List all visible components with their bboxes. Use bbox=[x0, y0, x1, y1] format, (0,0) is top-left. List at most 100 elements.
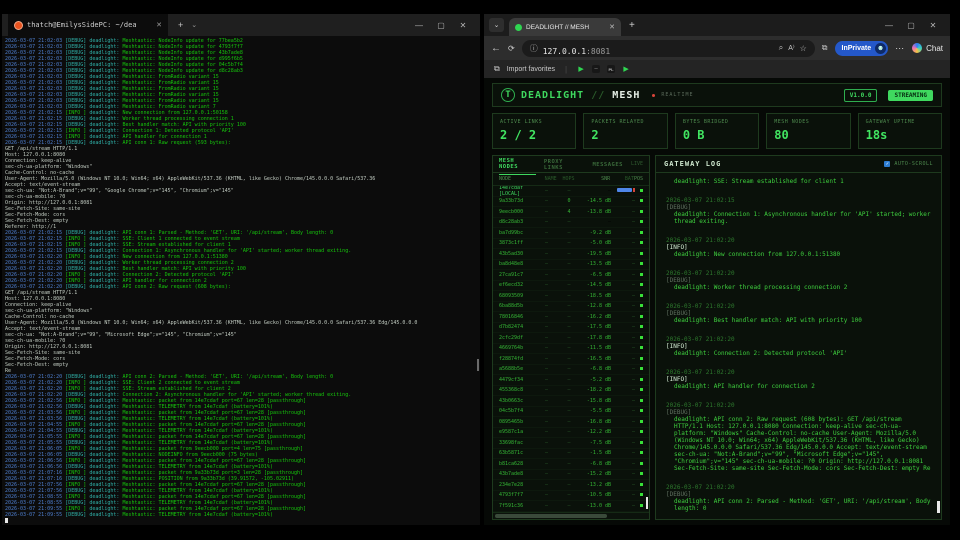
auto-scroll-checkbox[interactable]: ✓ bbox=[884, 161, 890, 167]
table-row[interactable]: ba8d48e8——-13.5 dB— bbox=[493, 260, 649, 271]
favorite-star-icon[interactable]: ☆ bbox=[800, 44, 807, 53]
table-row[interactable]: 4479cf34——-5.2 dB— bbox=[493, 375, 649, 386]
stat-value: 2 bbox=[591, 128, 659, 142]
position-dot-icon bbox=[640, 252, 643, 255]
table-row[interactable]: ba7d99bc——-9.2 dB— bbox=[493, 228, 649, 239]
browser-new-tab-button[interactable]: + bbox=[629, 20, 635, 31]
table-row[interactable]: 63b5871c——-1.5 dB— bbox=[493, 449, 649, 460]
table-row[interactable]: 68093509——-18.5 dB— bbox=[493, 291, 649, 302]
table-row[interactable]: 6ba88d5b——-12.8 dB— bbox=[493, 302, 649, 313]
table-row[interactable]: 234e7e28——-13.2 dB— bbox=[493, 480, 649, 491]
table-row[interactable]: d8c28ab3———— bbox=[493, 218, 649, 229]
tab-messages[interactable]: MESSAGES bbox=[592, 157, 623, 172]
import-favorites-label[interactable]: Import favorites bbox=[507, 66, 555, 73]
bookmark-favicon-3[interactable]: PL bbox=[607, 65, 615, 73]
stat-label: BYTES BRIDGED bbox=[683, 119, 751, 125]
main-content: MESH NODES PROXY LINKS MESSAGES LIVE NOD… bbox=[492, 155, 942, 520]
node-table-hscrollbar[interactable] bbox=[493, 512, 649, 519]
table-row[interactable]: 2cfc29df——-17.8 dB— bbox=[493, 333, 649, 344]
node-table-vscrollbar-thumb[interactable] bbox=[646, 497, 648, 509]
bookmark-favicon-2[interactable]: – bbox=[592, 65, 600, 73]
read-aloud-icon[interactable]: A⁾ bbox=[788, 44, 794, 52]
table-row[interactable]: 4669764b——-11.5 dB— bbox=[493, 344, 649, 355]
hscrollbar-thumb[interactable] bbox=[495, 514, 607, 518]
table-row[interactable]: 78016846——-16.2 dB— bbox=[493, 312, 649, 323]
stat-value: 2 / 2 bbox=[500, 128, 568, 142]
terminal-minimize-button[interactable]: — bbox=[408, 21, 430, 30]
table-row[interactable]: 27ca91c7——-6.5 dB— bbox=[493, 270, 649, 281]
table-row[interactable]: 43b0663c——-15.8 dB— bbox=[493, 396, 649, 407]
node-table-body[interactable]: 14e7cdaf [LOCAL]———9a33b73d—0-14.5 dB—9e… bbox=[493, 186, 649, 512]
table-row[interactable]: 0895465b——-16.8 dB— bbox=[493, 417, 649, 428]
browser-toolbar: ← ⟳ ⓘ 127.0.0.1:8081 ⌕ A⁾ ☆ ⧉ InPrivate … bbox=[484, 36, 950, 60]
refresh-icon[interactable]: ⟳ bbox=[508, 44, 515, 53]
position-dot-icon bbox=[640, 367, 643, 370]
position-dot-icon bbox=[640, 388, 643, 391]
table-row[interactable]: f28874fd——-16.5 dB— bbox=[493, 354, 649, 365]
tab-search-chevron-icon[interactable]: ⌄ bbox=[489, 18, 504, 32]
bookmark-favicon-1[interactable]: ▶ bbox=[577, 65, 585, 73]
realtime-label: REALTIME bbox=[661, 92, 693, 98]
import-favorites-icon[interactable]: ⧉ bbox=[494, 64, 500, 74]
terminal-output[interactable]: 2026-03-07 21:02:03 [DEBUG] deadlight: M… bbox=[2, 36, 480, 525]
version-badge: V1.0.0 bbox=[844, 89, 878, 102]
stat-value: 18s bbox=[866, 128, 934, 142]
table-row[interactable]: 43b7ade8——-15.2 dB— bbox=[493, 470, 649, 481]
stat-card-bytes-bridged: BYTES BRIDGED 0 B bbox=[675, 113, 759, 149]
table-row[interactable]: 04c5b7f4——-5.5 dB— bbox=[493, 407, 649, 418]
table-row[interactable]: d7b82474——-17.5 dB— bbox=[493, 323, 649, 334]
position-dot-icon bbox=[640, 304, 643, 307]
browser-minimize-button[interactable]: — bbox=[878, 21, 900, 30]
table-row[interactable]: 14e7cdaf [LOCAL]——— bbox=[493, 186, 649, 197]
favorites-bar: ⧉ Import favorites | ▶ – PL ▶ bbox=[484, 60, 950, 78]
copilot-chat-icon bbox=[912, 43, 922, 53]
browser-tab[interactable]: DEADLIGHT // MESH ✕ bbox=[509, 18, 621, 36]
bookmark-favicon-4[interactable]: ▶ bbox=[622, 65, 630, 73]
table-row[interactable]: 4793f7f7——-10.5 dB— bbox=[493, 491, 649, 502]
log-scrollbar-thumb[interactable] bbox=[937, 501, 940, 513]
chat-label: Chat bbox=[926, 44, 943, 53]
stat-label: GATEWAY UPTIME bbox=[866, 119, 934, 125]
browser-tab-close-icon[interactable]: ✕ bbox=[609, 23, 615, 31]
position-dot-icon bbox=[640, 472, 643, 475]
position-dot-icon bbox=[640, 399, 643, 402]
position-dot-icon bbox=[640, 315, 643, 318]
table-row[interactable]: b81ca628——-6.8 dB— bbox=[493, 459, 649, 470]
gateway-log-body[interactable]: deadlight: SSE: Stream established for c… bbox=[656, 173, 941, 519]
terminal-tab-close-icon[interactable]: ✕ bbox=[156, 21, 162, 29]
chat-button[interactable]: Chat bbox=[912, 43, 943, 53]
table-row[interactable]: 7f591c36——-13.0 dB— bbox=[493, 501, 649, 512]
browser-menu-icon[interactable]: ⋯ bbox=[895, 43, 905, 54]
table-row[interactable]: 455368c8——-18.2 dB— bbox=[493, 386, 649, 397]
table-row[interactable]: a5688b5e——-6.8 dB— bbox=[493, 365, 649, 376]
inprivate-badge[interactable]: InPrivate ☻ bbox=[835, 41, 889, 56]
table-row[interactable]: 3873c1ff——-5.0 dB— bbox=[493, 239, 649, 250]
streaming-badge: STREAMING bbox=[888, 90, 933, 101]
tab-mesh-nodes[interactable]: MESH NODES bbox=[499, 153, 536, 175]
collections-icon[interactable]: ⧉ bbox=[822, 43, 828, 53]
browser-tab-title: DEADLIGHT // MESH bbox=[526, 24, 605, 31]
table-row[interactable]: 9a33b73d—0-14.5 dB— bbox=[493, 197, 649, 208]
position-dot-icon bbox=[640, 409, 643, 412]
terminal-close-button[interactable]: ✕ bbox=[452, 21, 474, 30]
back-icon[interactable]: ← bbox=[491, 43, 501, 54]
position-dot-icon bbox=[640, 504, 643, 507]
table-row[interactable]: ef6ecd32——-14.5 dB— bbox=[493, 281, 649, 292]
nodes-panel-tabs: MESH NODES PROXY LINKS MESSAGES LIVE bbox=[493, 156, 649, 173]
browser-maximize-button[interactable]: ▢ bbox=[900, 21, 922, 30]
site-info-icon[interactable]: ⓘ bbox=[530, 43, 538, 54]
table-row[interactable]: 9eecb000—4-13.8 dB— bbox=[493, 207, 649, 218]
terminal-tab[interactable]: thatch@EmilysSidePC: ~/dea ✕ bbox=[8, 14, 168, 36]
search-icon[interactable]: ⌕ bbox=[779, 43, 783, 53]
terminal-tab-dropdown-icon[interactable]: ⌄ bbox=[191, 21, 197, 29]
tab-proxy-links[interactable]: PROXY LINKS bbox=[544, 154, 585, 175]
table-row[interactable]: 43b5ad30——-19.5 dB— bbox=[493, 249, 649, 260]
terminal-scrollbar-thumb[interactable] bbox=[477, 359, 479, 371]
table-row[interactable]: 33698fac——-7.5 dB— bbox=[493, 438, 649, 449]
table-row[interactable]: e9587c1a——-12.2 dB— bbox=[493, 428, 649, 439]
terminal-maximize-button[interactable]: ▢ bbox=[430, 21, 452, 30]
position-dot-icon bbox=[640, 325, 643, 328]
address-bar[interactable]: ⓘ 127.0.0.1:8081 ⌕ A⁾ ☆ bbox=[522, 40, 815, 57]
browser-close-button[interactable]: ✕ bbox=[922, 21, 944, 30]
terminal-new-tab-button[interactable]: + bbox=[178, 20, 183, 30]
